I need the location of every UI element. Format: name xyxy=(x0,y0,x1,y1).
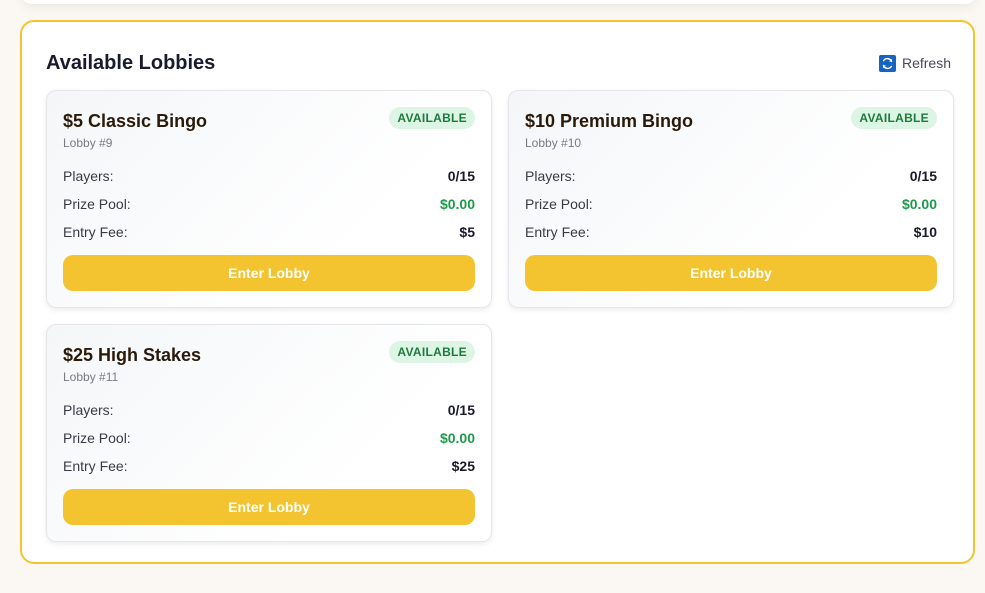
lobby-name: $5 Classic Bingo xyxy=(63,111,208,131)
fee-label: Entry Fee: xyxy=(63,224,128,240)
players-label: Players: xyxy=(63,402,114,418)
lobby-card: $10 Premium Bingo Lobby #10 AVAILABLE Pl… xyxy=(508,90,954,308)
prize-value: $0.00 xyxy=(901,196,937,212)
previous-panel-edge xyxy=(20,0,977,4)
lobby-card: $5 Classic Bingo Lobby #9 AVAILABLE Play… xyxy=(46,90,492,308)
players-value: 0/15 xyxy=(447,168,475,184)
lobby-id: Lobby #10 xyxy=(525,136,582,150)
enter-lobby-button[interactable]: Enter Lobby xyxy=(63,489,475,525)
fee-row: Entry Fee: $25 xyxy=(63,452,475,480)
status-badge: AVAILABLE xyxy=(851,107,937,129)
prize-value: $0.00 xyxy=(439,196,475,212)
players-label: Players: xyxy=(63,168,114,184)
players-value: 0/15 xyxy=(909,168,937,184)
players-row: Players: 0/15 xyxy=(63,396,475,424)
prize-label: Prize Pool: xyxy=(63,196,131,212)
prize-row: Prize Pool: $0.00 xyxy=(525,190,937,218)
prize-label: Prize Pool: xyxy=(525,196,593,212)
fee-row: Entry Fee: $5 xyxy=(63,218,475,246)
lobby-id: Lobby #11 xyxy=(63,370,119,384)
players-label: Players: xyxy=(525,168,576,184)
prize-row: Prize Pool: $0.00 xyxy=(63,424,475,452)
players-row: Players: 0/15 xyxy=(63,162,475,190)
lobby-id: Lobby #9 xyxy=(63,136,113,150)
panel-header: Available Lobbies Refresh xyxy=(46,48,951,78)
players-row: Players: 0/15 xyxy=(525,162,937,190)
fee-row: Entry Fee: $10 xyxy=(525,218,937,246)
prize-value: $0.00 xyxy=(439,430,475,446)
lobby-name: $10 Premium Bingo xyxy=(525,111,694,131)
fee-value: $25 xyxy=(451,458,475,474)
fee-value: $10 xyxy=(913,224,937,240)
lobby-grid: $5 Classic Bingo Lobby #9 AVAILABLE Play… xyxy=(46,90,954,542)
prize-label: Prize Pool: xyxy=(63,430,131,446)
lobby-name: $25 High Stakes xyxy=(63,345,202,365)
enter-lobby-button[interactable]: Enter Lobby xyxy=(63,255,475,291)
lobbies-panel: Available Lobbies Refresh $5 Classic Bin… xyxy=(20,20,975,564)
prize-row: Prize Pool: $0.00 xyxy=(63,190,475,218)
fee-label: Entry Fee: xyxy=(63,458,128,474)
fee-label: Entry Fee: xyxy=(525,224,590,240)
status-badge: AVAILABLE xyxy=(389,341,475,363)
enter-lobby-button[interactable]: Enter Lobby xyxy=(525,255,937,291)
lobby-card: $25 High Stakes Lobby #11 AVAILABLE Play… xyxy=(46,324,492,542)
refresh-button[interactable]: Refresh xyxy=(878,54,951,72)
status-badge: AVAILABLE xyxy=(389,107,475,129)
fee-value: $5 xyxy=(459,224,475,240)
players-value: 0/15 xyxy=(447,402,475,418)
refresh-icon xyxy=(878,54,896,72)
panel-title: Available Lobbies xyxy=(46,51,216,74)
refresh-label: Refresh xyxy=(901,55,951,71)
